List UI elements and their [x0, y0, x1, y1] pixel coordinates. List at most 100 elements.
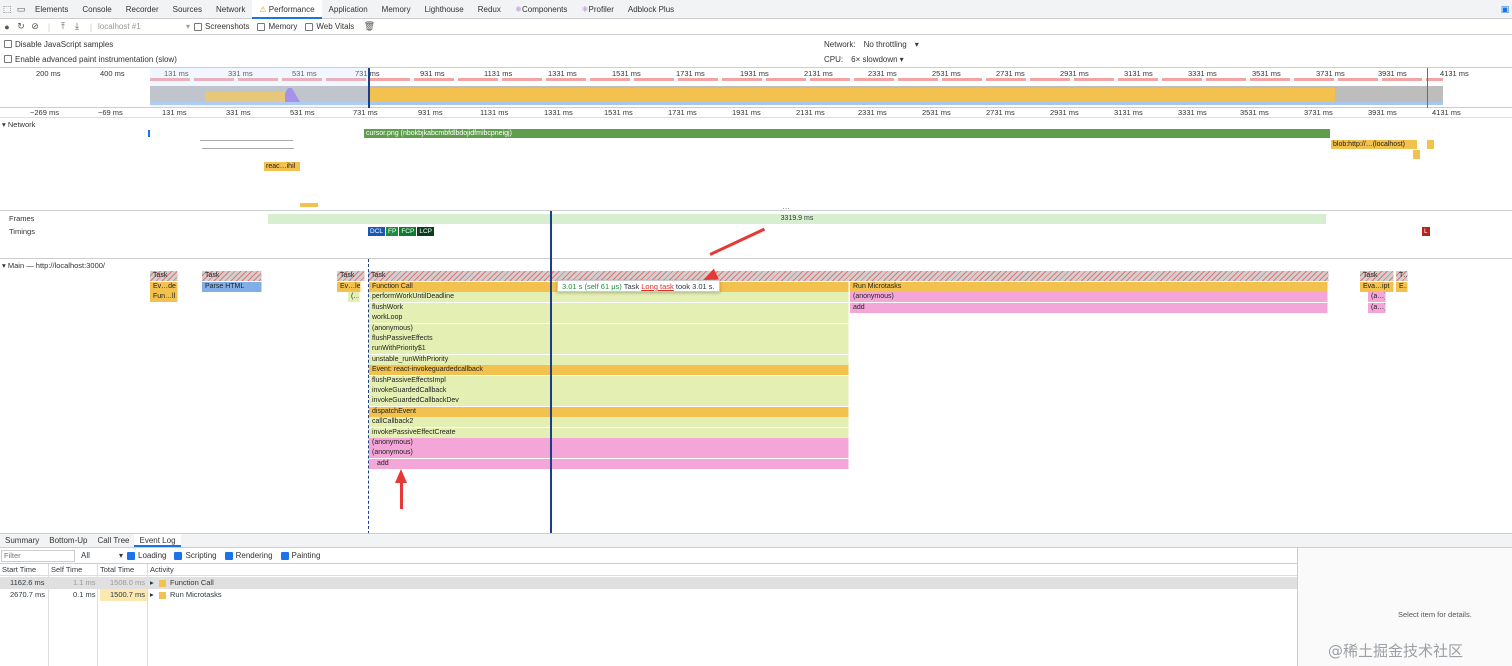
column-self-time[interactable]: Self Time — [51, 564, 82, 576]
loading-checkbox[interactable] — [127, 551, 135, 560]
tab-network[interactable]: Network — [209, 0, 252, 19]
painting-checkbox[interactable] — [280, 551, 289, 560]
flame-stack-frame[interactable]: flushPassiveEffectsImpl — [369, 375, 849, 386]
flame-task[interactable]: Task — [150, 271, 178, 281]
webvitals-checkbox[interactable] — [305, 22, 314, 31]
flame-event[interactable]: E… — [1396, 282, 1408, 292]
tab-recorder[interactable]: Recorder — [119, 0, 166, 19]
flame-long-task[interactable]: Task — [368, 271, 1329, 281]
flame-anon[interactable]: (a…) — [1368, 292, 1386, 302]
column-start-time[interactable]: Start Time — [2, 564, 36, 576]
flame-function-call[interactable]: Fun…ll — [150, 292, 178, 302]
reload-record-icon[interactable]: ↻ — [14, 21, 28, 32]
inspect-element-icon[interactable]: ⬚ — [0, 0, 14, 19]
overview-selection-handle[interactable] — [150, 68, 370, 108]
tab-call-tree[interactable]: Call Tree — [92, 534, 134, 547]
network-request-cursor[interactable]: cursor.png (nbokbjkabcmbfdlbdojidfmibcpn… — [364, 129, 1330, 138]
tab-lighthouse[interactable]: Lighthouse — [418, 0, 471, 19]
timeline-overview[interactable]: 200 ms 400 ms 131 ms 331 ms 531 ms 731 ms 931 … — [0, 68, 1512, 108]
tab-application[interactable]: Application — [322, 0, 375, 19]
flame-stack-frame[interactable]: workLoop — [369, 313, 849, 324]
all-select[interactable]: All ▾ — [81, 551, 123, 560]
disable-js-samples-checkbox[interactable] — [4, 40, 12, 48]
tab-profiler[interactable]: ⚛Profiler — [574, 0, 621, 19]
flame-anon[interactable]: (a…) — [1368, 303, 1386, 313]
flame-stack-frame[interactable]: callCallback2 — [369, 417, 849, 428]
flame-event[interactable]: Ev…de — [150, 282, 178, 292]
tab-console[interactable]: Console — [75, 0, 118, 19]
device-toggle-icon[interactable]: ▭ — [14, 0, 28, 19]
flame-stack-frame[interactable]: Event: react-invokeguardedcallback — [369, 365, 849, 376]
frame-bar[interactable]: 3319.9 ms — [268, 214, 1326, 224]
flame-run-microtasks[interactable]: Run Microtasks — [850, 282, 1328, 292]
row-expand-icon[interactable]: ▸ — [150, 589, 154, 601]
tab-elements[interactable]: Elements — [28, 0, 75, 19]
network-request-react[interactable]: reac…ihil — [264, 162, 300, 171]
tab-summary[interactable]: Summary — [0, 534, 44, 547]
tab-components[interactable]: ⚛Components — [508, 0, 575, 19]
tab-redux[interactable]: Redux — [471, 0, 508, 19]
network-request-blob[interactable]: blob:http://…(localhost) — [1331, 140, 1417, 149]
tab-event-log[interactable]: Event Log — [134, 534, 181, 547]
flame-stack-frame[interactable]: performWorkUntilDeadline — [369, 292, 849, 303]
flame-stack-frame[interactable]: dispatchEvent — [369, 406, 849, 417]
flame-stack-frame[interactable]: flushWork — [369, 302, 849, 313]
tab-memory[interactable]: Memory — [375, 0, 418, 19]
screenshots-checkbox[interactable] — [194, 22, 202, 31]
flame-microtask-add[interactable]: add — [850, 303, 1328, 313]
flame-task[interactable]: T… — [1396, 271, 1408, 281]
network-throttle-select[interactable]: No throttling — [864, 40, 907, 49]
flame-microtask-anon[interactable]: (anonymous) — [850, 292, 1328, 302]
fp-marker[interactable]: FP — [386, 227, 399, 236]
clear-icon[interactable]: ⊘ — [28, 21, 42, 32]
load-marker[interactable]: L — [1422, 227, 1430, 236]
flame-parse-html[interactable]: Parse HTML — [202, 282, 262, 292]
flame-task[interactable]: Task — [337, 271, 365, 281]
column-activity[interactable]: Activity — [150, 564, 174, 576]
advanced-paint-checkbox[interactable] — [4, 55, 12, 63]
network-request-document[interactable] — [148, 130, 150, 137]
flame-task[interactable]: Task — [1360, 271, 1394, 281]
filter-input[interactable] — [1, 549, 75, 562]
row-total-time: 1500.7 ms — [100, 589, 147, 601]
lcp-marker[interactable]: LCP — [417, 227, 434, 236]
flame-stack-frame[interactable]: unstable_runWithPriority — [369, 354, 849, 365]
network-track-header[interactable]: ▾ Network — [2, 120, 35, 129]
tooltip-long-task-link[interactable]: Long task — [641, 282, 674, 291]
flame-event[interactable]: Ev…le — [337, 282, 361, 292]
flame-stack-frame[interactable]: add — [369, 458, 849, 469]
record-icon[interactable]: ● — [0, 22, 14, 32]
flame-stack-frame[interactable]: flushPassiveEffects — [369, 334, 849, 344]
main-track-header[interactable]: ▾ Main — http://localhost:3000/ — [2, 261, 105, 270]
flame-stack-frame[interactable]: invokePassiveEffectCreate — [369, 427, 849, 438]
trash-icon[interactable]: 🗑 — [362, 21, 376, 32]
flame-stack-frame[interactable]: runWithPriority$1 — [369, 344, 849, 355]
flame-stack-frame[interactable]: (anonymous) — [369, 448, 849, 459]
flame-stack-frame[interactable]: (anonymous) — [369, 438, 849, 448]
memory-checkbox[interactable] — [257, 22, 266, 31]
profile-select[interactable]: localhost #1 ▾ — [98, 22, 194, 31]
network-request-small[interactable] — [300, 203, 318, 207]
tab-adblock-plus[interactable]: Adblock Plus — [621, 0, 681, 19]
flame-evaluate-script[interactable]: Eva…ipt — [1360, 282, 1394, 292]
flame-task[interactable]: Task — [202, 271, 262, 281]
flame-stack-frame[interactable]: invokeGuardedCallbackDev — [369, 396, 849, 407]
column-total-time[interactable]: Total Time — [100, 564, 134, 576]
upload-icon[interactable]: ⤒ — [56, 21, 70, 32]
flame-stack-frame[interactable]: (anonymous) — [369, 323, 849, 334]
tab-performance[interactable]: ⚠ Performance — [252, 0, 322, 19]
tab-bottom-up[interactable]: Bottom-Up — [44, 534, 92, 547]
network-request-small[interactable] — [1413, 150, 1420, 159]
network-request-small[interactable] — [1427, 140, 1434, 149]
dcl-marker[interactable]: DCL — [368, 227, 386, 236]
flame-anon[interactable]: (… — [348, 292, 360, 302]
flame-stack-frame[interactable]: invokeGuardedCallback — [369, 386, 849, 396]
row-expand-icon[interactable]: ▸ — [150, 577, 154, 589]
fcp-marker[interactable]: FCP — [399, 227, 417, 236]
message-badge-icon[interactable]: ▣ — [1498, 0, 1512, 19]
download-icon[interactable]: ⤓ — [70, 21, 84, 32]
tab-sources[interactable]: Sources — [166, 0, 209, 19]
scripting-checkbox[interactable] — [174, 551, 183, 560]
rendering-checkbox[interactable] — [224, 551, 233, 560]
cpu-throttle-select[interactable]: 6× slowdown — [851, 55, 897, 64]
